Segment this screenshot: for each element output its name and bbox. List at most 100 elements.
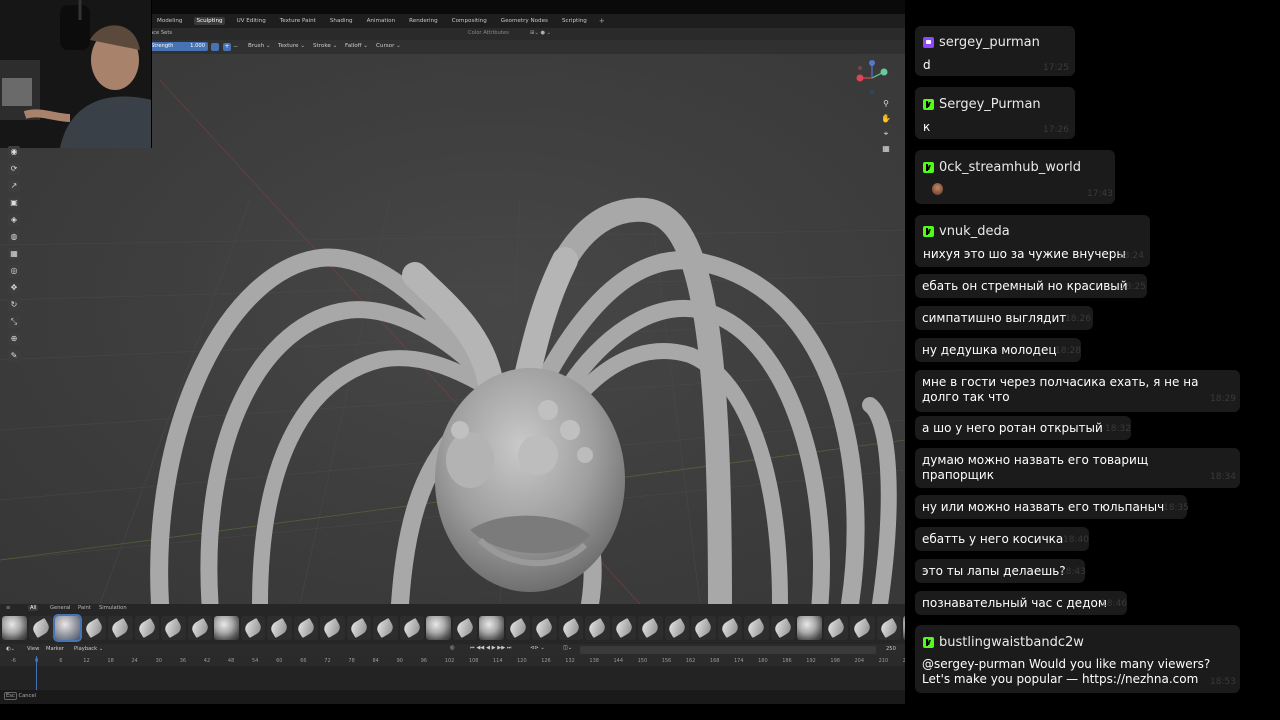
- brush-item[interactable]: [452, 616, 477, 640]
- chat-username[interactable]: vnuk_deda: [939, 224, 1010, 239]
- pan-hand-icon[interactable]: ✋: [880, 113, 892, 125]
- tab-animation[interactable]: Animation: [365, 17, 398, 25]
- brush-item[interactable]: [717, 616, 742, 640]
- annotate-icon[interactable]: ✎: [8, 350, 20, 362]
- brush-item[interactable]: [770, 616, 795, 640]
- brush-item[interactable]: [638, 616, 663, 640]
- transform-icon[interactable]: ⊕: [8, 333, 20, 345]
- chat-line: ебать он стремный но красивый 18:25: [915, 274, 1147, 298]
- frame-range-field[interactable]: [580, 646, 876, 654]
- playback-menu[interactable]: Playback ⌄: [74, 646, 103, 652]
- brush-item[interactable]: [479, 616, 504, 640]
- tab-uv-editing[interactable]: UV Editing: [235, 17, 268, 25]
- brush-item[interactable]: [611, 616, 636, 640]
- navigation-gizmo[interactable]: [852, 58, 892, 98]
- brush-item[interactable]: [108, 616, 133, 640]
- end-frame-value[interactable]: 250: [886, 646, 896, 652]
- brush-item[interactable]: [2, 616, 27, 640]
- subtract-icon[interactable]: −: [233, 43, 239, 51]
- rotate-tool-icon[interactable]: ⟳: [8, 163, 20, 175]
- box-mask-icon[interactable]: ◈: [8, 214, 20, 226]
- draw-tool-icon[interactable]: ◉: [8, 146, 20, 158]
- tab-paint[interactable]: Paint: [76, 605, 93, 611]
- brush-item[interactable]: [823, 616, 848, 640]
- tab-compositing[interactable]: Compositing: [450, 17, 489, 25]
- stroke-menu[interactable]: Stroke ⌄: [313, 43, 337, 49]
- tab-sculpting[interactable]: Sculpting: [194, 17, 225, 25]
- brush-item[interactable]: [293, 616, 318, 640]
- cursor-menu[interactable]: Cursor ⌄: [376, 43, 401, 49]
- frame-tick: 36: [179, 658, 187, 664]
- pressure-icon[interactable]: [211, 43, 219, 51]
- mask-icon[interactable]: ▣: [8, 197, 20, 209]
- shelf-menu-icon[interactable]: ≡: [4, 605, 12, 611]
- brush-item[interactable]: [558, 616, 583, 640]
- marker-menu[interactable]: Marker: [46, 646, 64, 652]
- brush-item[interactable]: [187, 616, 212, 640]
- face-sets-menu[interactable]: ace Sets: [150, 30, 172, 36]
- frame-jump-icon[interactable]: ⊲⊳ ⌄: [530, 645, 545, 651]
- rotate-gizmo-icon[interactable]: ↻: [8, 299, 20, 311]
- tab-all[interactable]: All: [28, 605, 39, 611]
- add-icon[interactable]: +: [223, 43, 231, 51]
- strength-slider[interactable]: Strength 1.000: [148, 42, 208, 51]
- scale-tool-icon[interactable]: ⤡: [8, 316, 20, 328]
- brush-item[interactable]: [81, 616, 106, 640]
- brush-item[interactable]: [850, 616, 875, 640]
- brush-item[interactable]: [426, 616, 451, 640]
- chat-username[interactable]: Sergey_Purman: [939, 97, 1041, 112]
- brush-item[interactable]: [876, 616, 901, 640]
- brush-item[interactable]: [28, 616, 53, 640]
- frame-ruler[interactable]: -606121824303642485460667278849096102108…: [0, 656, 905, 666]
- tab-texture-paint[interactable]: Texture Paint: [278, 17, 318, 25]
- frame-tick: 174: [734, 658, 744, 664]
- snake-hook-icon[interactable]: ↗: [8, 180, 20, 192]
- brush-item[interactable]: [532, 616, 557, 640]
- tab-scripting[interactable]: Scripting: [560, 17, 589, 25]
- tab-modeling[interactable]: Modeling: [155, 17, 184, 25]
- zoom-icon[interactable]: ⚲: [880, 98, 892, 110]
- chat-username[interactable]: 0ck_streamhub_world: [939, 160, 1081, 175]
- brush-item[interactable]: [134, 616, 159, 640]
- falloff-menu[interactable]: Falloff ⌄: [345, 43, 368, 49]
- tab-geometry-nodes[interactable]: Geometry Nodes: [499, 17, 550, 25]
- chat-username[interactable]: sergey_purman: [939, 35, 1040, 50]
- brush-item[interactable]: [505, 616, 530, 640]
- editor-type-icon[interactable]: ◐⌄: [6, 646, 15, 652]
- keyframe-icon[interactable]: ◎: [450, 645, 455, 651]
- shading-toggle-icon[interactable]: ⊞⌄ ● ⌄: [530, 30, 551, 36]
- brush-item[interactable]: [346, 616, 371, 640]
- playhead[interactable]: [36, 656, 37, 690]
- move-tool-icon[interactable]: ✥: [8, 282, 20, 294]
- brush-item[interactable]: [161, 616, 186, 640]
- grid-icon[interactable]: ▦: [880, 143, 892, 155]
- brush-item[interactable]: [664, 616, 689, 640]
- brush-item[interactable]: [214, 616, 239, 640]
- brush-item[interactable]: [797, 616, 822, 640]
- tab-rendering[interactable]: Rendering: [407, 17, 440, 25]
- brush-item[interactable]: [320, 616, 345, 640]
- tab-simulation[interactable]: Simulation: [97, 605, 129, 611]
- brush-menu[interactable]: Brush ⌄: [248, 43, 271, 49]
- timeline-area[interactable]: -606121824303642485460667278849096102108…: [0, 656, 905, 690]
- brush-item[interactable]: [585, 616, 610, 640]
- brush-item[interactable]: [691, 616, 716, 640]
- add-workspace-button[interactable]: +: [599, 17, 605, 25]
- brush-item[interactable]: [399, 616, 424, 640]
- chat-username[interactable]: bustlingwaistbandc2w: [939, 635, 1084, 650]
- view-menu[interactable]: View: [27, 646, 39, 652]
- tab-shading[interactable]: Shading: [328, 17, 355, 25]
- texture-menu[interactable]: Texture ⌄: [278, 43, 305, 49]
- brush-item[interactable]: [240, 616, 265, 640]
- brush-item-selected[interactable]: [53, 614, 82, 642]
- line-project-icon[interactable]: ▦: [8, 248, 20, 260]
- brush-item[interactable]: [744, 616, 769, 640]
- lasso-icon[interactable]: ◍: [8, 231, 20, 243]
- tab-general[interactable]: General: [48, 605, 72, 611]
- brush-item[interactable]: [373, 616, 398, 640]
- brush-item[interactable]: [267, 616, 292, 640]
- loop-icon[interactable]: ◫⌄: [563, 645, 572, 651]
- camera-icon[interactable]: ⌖: [880, 128, 892, 140]
- playback-controls[interactable]: ⏮ ◀◀ ◀ ▶ ▶▶ ⏭: [470, 645, 512, 652]
- trim-icon[interactable]: ◎: [8, 265, 20, 277]
